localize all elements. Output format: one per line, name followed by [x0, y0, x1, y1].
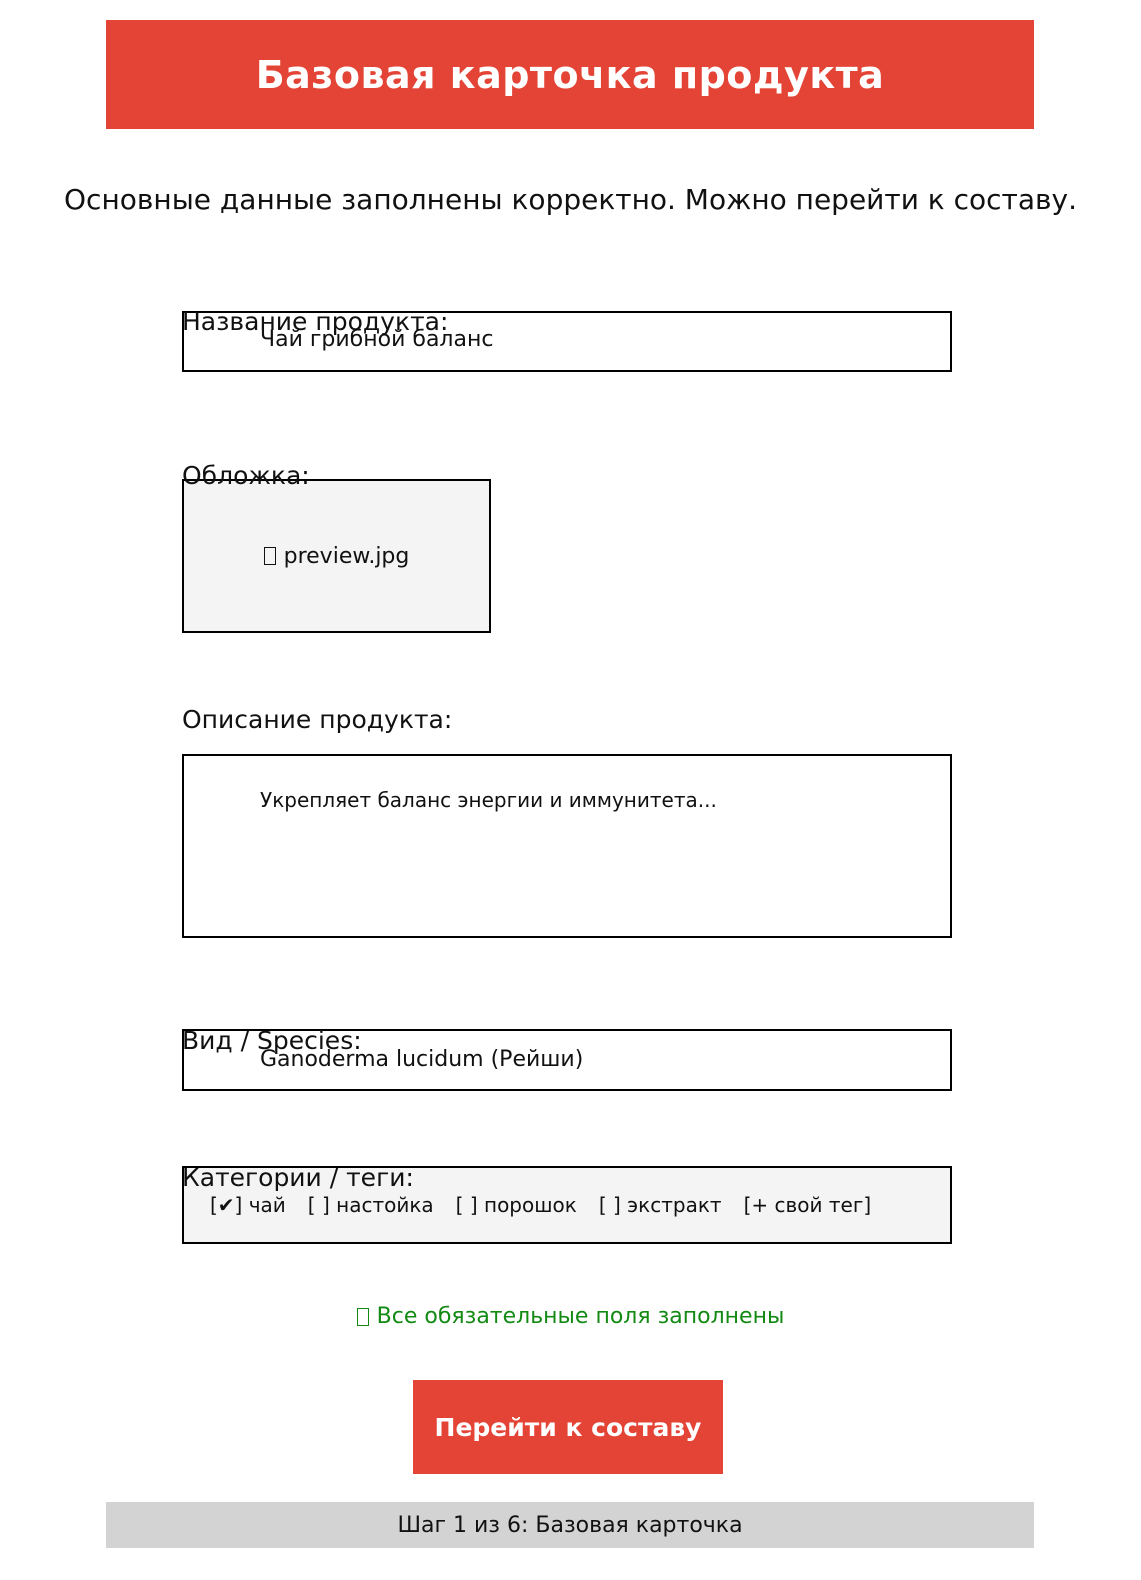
tag-extract[interactable]: [ ] экстракт [599, 1193, 722, 1217]
tags-label: Категории / теги: [182, 1163, 414, 1192]
image-icon [263, 547, 276, 565]
product-card-page: Базовая карточка продукта Основные данны… [0, 0, 1141, 1580]
intro-message: Основные данные заполнены корректно. Мож… [64, 183, 1077, 216]
description-value: Укрепляет баланс энергии и иммунитета... [260, 788, 717, 812]
step-indicator: Шаг 1 из 6: Базовая карточка [106, 1502, 1034, 1548]
add-custom-tag[interactable]: [+ свой тег] [744, 1193, 872, 1217]
cover-label: Обложка: [182, 461, 310, 490]
go-to-composition-button[interactable]: Перейти к составу [413, 1380, 723, 1474]
cover-upload-box[interactable]: preview.jpg [182, 479, 491, 633]
page-header: Базовая карточка продукта [106, 20, 1034, 129]
validation-status: Все обязательные поля заполнены [0, 1304, 1141, 1329]
page-title: Базовая карточка продукта [255, 52, 885, 97]
tag-powder[interactable]: [ ] порошок [456, 1193, 577, 1217]
cover-filename: preview.jpg [283, 543, 410, 569]
tag-tincture[interactable]: [ ] настойка [308, 1193, 434, 1217]
step-text: Шаг 1 из 6: Базовая карточка [397, 1512, 743, 1538]
description-label: Описание продукта: [182, 705, 453, 734]
product-name-label: Название продукта: [182, 307, 449, 336]
tag-tea[interactable]: [✔] чай [210, 1193, 286, 1217]
species-label: Вид / Species: [182, 1026, 362, 1055]
validation-message: Все обязательные поля заполнены [376, 1304, 785, 1329]
description-textarea[interactable]: Укрепляет баланс энергии и иммунитета... [182, 754, 952, 938]
cover-file: preview.jpg [263, 543, 410, 569]
tags-list: [✔] чай [ ] настойка [ ] порошок [ ] экс… [210, 1193, 871, 1217]
check-icon [356, 1307, 369, 1326]
